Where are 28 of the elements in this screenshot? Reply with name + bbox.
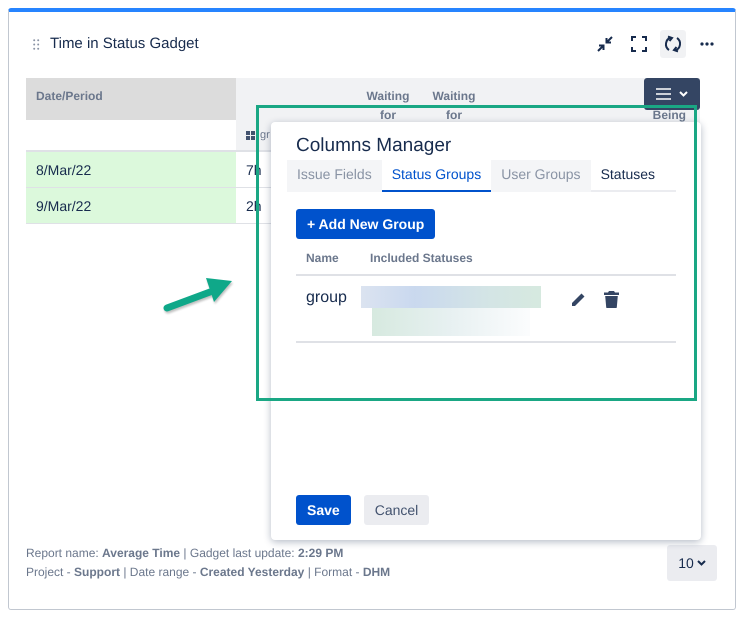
delete-icon[interactable] [604, 291, 619, 308]
column-header: Waiting for [366, 88, 410, 124]
page-size-select[interactable]: 10 [667, 545, 717, 581]
menu-icon [656, 88, 671, 100]
columns-menu-button[interactable] [644, 78, 700, 110]
tab[interactable]: Statuses [590, 160, 666, 192]
edit-icon[interactable] [570, 292, 586, 308]
group-header-label: gr [260, 128, 270, 143]
date-cell: 8/Mar/22 [26, 152, 236, 187]
chevron-down-icon [696, 560, 706, 566]
grid-icon [246, 130, 255, 140]
panel-title: Columns Manager [296, 134, 452, 158]
column-header: Date/Period [26, 78, 236, 120]
cancel-button[interactable]: Cancel [364, 495, 430, 525]
column-header: Name [306, 250, 340, 267]
column-header: Waiting for [432, 88, 476, 124]
date-cell: 9/Mar/22 [26, 188, 236, 223]
column-header: Being [652, 107, 686, 124]
report-info: Project - Support | Date range - Created Yesterday | Format - DHM [26, 564, 390, 581]
column-header: Included Statuses [370, 250, 473, 267]
chevron-down-icon [679, 91, 688, 97]
refresh-icon[interactable] [660, 30, 686, 58]
save-button[interactable]: Save [296, 495, 351, 525]
report-info: Report name: Average Time | Gadget last update: 2:29 PM [26, 545, 344, 562]
drag-handle-icon[interactable] [33, 38, 40, 50]
add-group-button[interactable]: + Add New Group [296, 209, 436, 239]
group-name: group [306, 288, 348, 308]
gadget-title: Time in Status Gadget [50, 34, 199, 54]
